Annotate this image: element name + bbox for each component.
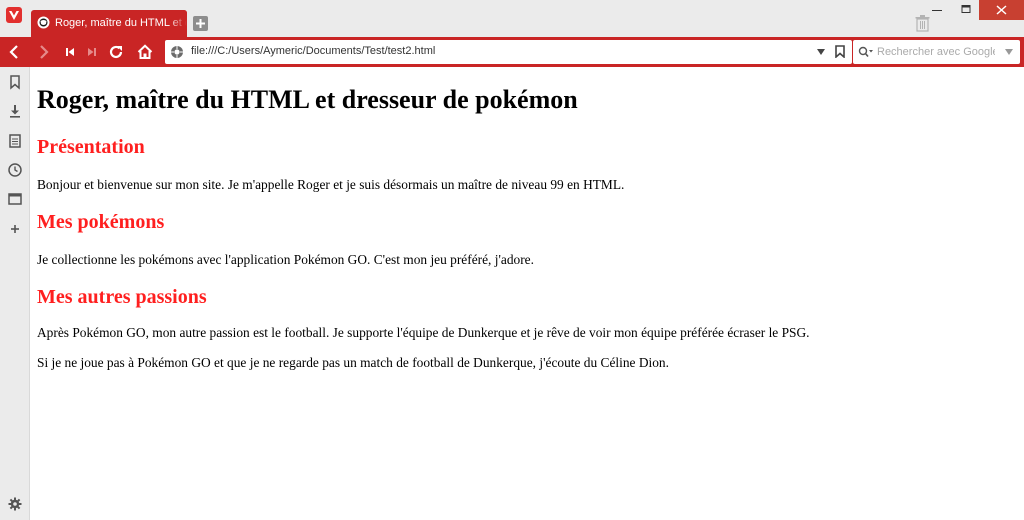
home-button[interactable]	[134, 41, 156, 63]
section-heading-passions: Mes autres passions	[37, 286, 207, 308]
section-paragraph: Je collectionne les pokémons avec l'appl…	[37, 252, 534, 267]
search-icon[interactable]	[858, 46, 874, 58]
downloads-icon	[10, 105, 20, 118]
address-bar[interactable]: file:///C:/Users/Aymeric/Documents/Test/…	[165, 40, 852, 64]
tab-active[interactable]: Roger, maître du HTML et dresseur de pok…	[31, 10, 187, 37]
new-tab-button[interactable]	[193, 16, 208, 31]
tab-strip: Roger, maître du HTML et dresseur de pok…	[0, 0, 1024, 37]
chevron-down-icon[interactable]	[1005, 49, 1013, 55]
vivaldi-logo-icon[interactable]	[6, 7, 22, 23]
settings-icon	[8, 497, 22, 511]
home-icon	[137, 44, 153, 59]
add-panel-button[interactable]	[7, 221, 23, 237]
section-paragraph: Après Pokémon GO, mon autre passion est …	[37, 325, 810, 340]
page-title: Roger, maître du HTML et dresseur de pok…	[37, 85, 578, 114]
section-heading-pokemons: Mes pokémons	[37, 211, 165, 233]
window-close-button[interactable]	[979, 0, 1024, 20]
settings-button[interactable]	[7, 496, 23, 512]
section-paragraph: Si je ne joue pas à Pokémon GO et que je…	[37, 355, 669, 370]
rewind-button[interactable]	[59, 41, 81, 63]
section-paragraph: Bonjour et bienvenue sur mon site. Je m'…	[37, 177, 625, 192]
back-button[interactable]	[4, 41, 26, 63]
close-icon	[996, 5, 1007, 15]
history-panel-button[interactable]	[7, 162, 23, 178]
globe-icon[interactable]	[170, 45, 184, 59]
chevron-down-icon[interactable]	[817, 49, 825, 55]
page-content: Roger, maître du HTML et dresseur de pok…	[31, 67, 1024, 520]
url-text[interactable]: file:///C:/Users/Aymeric/Documents/Test/…	[191, 45, 435, 57]
history-icon	[8, 163, 22, 177]
bookmark-icon[interactable]	[835, 45, 845, 58]
address-toolbar: file:///C:/Users/Aymeric/Documents/Test/…	[0, 37, 1024, 67]
forward-button[interactable]	[32, 41, 54, 63]
notes-panel-button[interactable]	[7, 133, 23, 149]
window-minimize-button[interactable]	[924, 0, 950, 20]
arrow-right-icon	[40, 45, 49, 59]
skip-back-icon	[66, 48, 74, 56]
skip-forward-icon	[88, 48, 96, 56]
downloads-panel-button[interactable]	[7, 103, 23, 119]
window-panel-button[interactable]	[7, 191, 23, 207]
tab-title-fade	[169, 10, 187, 37]
file-favicon-icon	[37, 16, 50, 29]
add-panel-icon	[11, 225, 19, 233]
search-input[interactable]	[877, 43, 995, 61]
maximize-icon	[961, 5, 971, 13]
plus-icon	[196, 19, 205, 28]
bookmarks-panel-button[interactable]	[7, 74, 23, 90]
reload-button[interactable]	[105, 41, 127, 63]
side-panel	[0, 67, 30, 520]
search-box[interactable]	[853, 40, 1020, 64]
tab-title: Roger, maître du HTML et dresseur de pok…	[55, 17, 187, 29]
notes-icon	[9, 134, 21, 148]
reload-icon	[109, 45, 123, 59]
fast-forward-button[interactable]	[81, 41, 103, 63]
window-maximize-button[interactable]	[953, 0, 979, 20]
bookmarks-icon	[10, 75, 20, 90]
window-icon	[8, 193, 22, 205]
minimize-icon	[932, 10, 942, 11]
section-heading-presentation: Présentation	[37, 136, 145, 158]
arrow-left-icon	[9, 45, 18, 59]
